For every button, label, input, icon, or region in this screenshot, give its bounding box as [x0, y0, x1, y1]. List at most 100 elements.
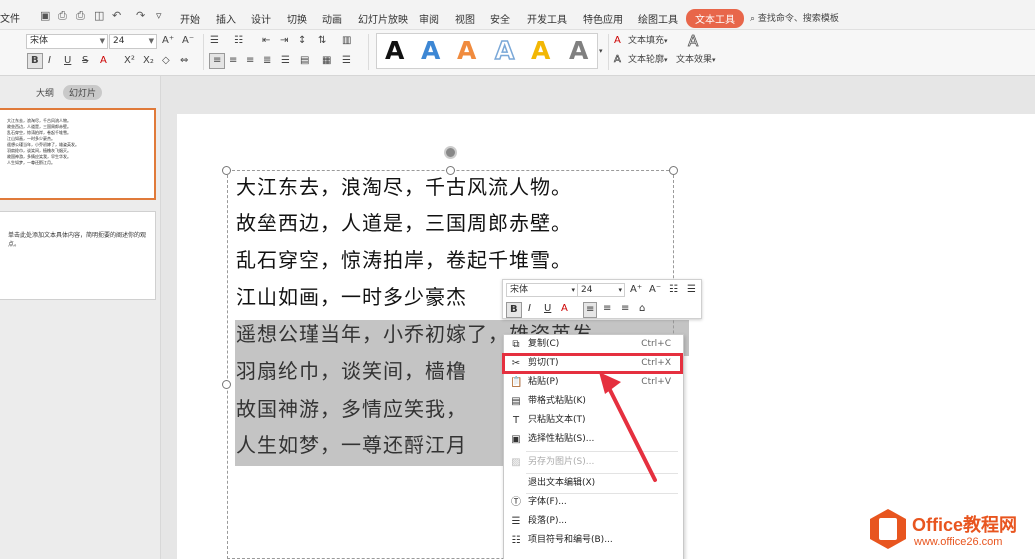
command-search[interactable]: ⌕ 查找命令、搜索模板 — [750, 11, 839, 24]
chevron-down-icon[interactable]: ▾ — [664, 34, 668, 48]
slide-thumbnail-2[interactable]: 单击此处添加文本具体内容，简明扼要的阐述你的观点。 — [0, 211, 156, 300]
print-icon[interactable]: ⎙ — [76, 9, 85, 23]
wordart-style-orange[interactable]: A — [457, 34, 476, 68]
menu-item-bullets-numbering[interactable]: ☷ 项目符号和编号(B)... — [504, 531, 683, 550]
vertical-align-icon[interactable]: ▤ — [300, 54, 309, 68]
tab-text-tools[interactable]: 文本工具 — [686, 9, 744, 28]
bold-button[interactable]: B — [506, 302, 522, 318]
distribute-icon[interactable]: ☰ — [281, 54, 290, 68]
redo-icon[interactable]: ↷ — [136, 9, 145, 22]
resize-handle[interactable] — [222, 166, 231, 175]
tab-slides[interactable]: 幻灯片 — [63, 85, 103, 100]
justify-icon[interactable]: ≣ — [263, 54, 271, 68]
text-align-more-icon[interactable]: ▦ — [322, 54, 331, 68]
columns-icon[interactable]: ▥ — [342, 34, 351, 48]
wordart-style-yellow[interactable]: A — [531, 34, 550, 68]
save-icon[interactable]: ▣ — [40, 9, 50, 22]
bullet-list-icon[interactable]: ☰ — [210, 34, 219, 48]
text-fill-button[interactable]: 文本填充 — [628, 34, 664, 48]
align-right-icon[interactable]: ≡ — [621, 302, 629, 316]
menu-item-font[interactable]: Ⓣ 字体(F)... — [504, 493, 683, 512]
resize-handle[interactable] — [222, 380, 231, 389]
paragraph-settings-icon[interactable]: ☰ — [342, 54, 351, 68]
tab-start[interactable]: 开始 — [180, 11, 200, 26]
font-color-button[interactable]: A — [100, 54, 107, 68]
resize-handle[interactable] — [669, 166, 678, 175]
quick-access-more-icon[interactable]: ▿ — [156, 9, 162, 22]
thumb-line: 故国神游，多情应笑我，早生华发。 — [7, 154, 71, 159]
format-painter-icon[interactable]: ⌂ — [639, 302, 645, 316]
tab-review[interactable]: 审阅 — [419, 11, 439, 26]
tab-slideshow[interactable]: 幻灯片放映 — [358, 11, 408, 26]
file-menu[interactable]: 文件 — [0, 10, 20, 25]
underline-button[interactable]: U — [64, 54, 71, 68]
shrink-font-icon[interactable]: A⁻ — [182, 34, 194, 48]
text-outline-icon[interactable]: A — [614, 53, 621, 67]
preview-icon[interactable]: ◫ — [94, 9, 104, 22]
paragraph-icon: ☰ — [511, 516, 521, 527]
wordart-style-blue[interactable]: A — [421, 34, 440, 68]
align-center-icon[interactable]: ≡ — [229, 54, 237, 68]
tab-drawing-tools[interactable]: 绘图工具 — [638, 11, 678, 26]
tab-insert[interactable]: 插入 — [216, 11, 236, 26]
mini-font-size-select[interactable]: 24 ▾ — [577, 283, 625, 297]
italic-button[interactable]: I — [48, 54, 51, 68]
thumb-line: 羽扇纶巾，谈笑间，樯橹灰飞烟灭。 — [7, 148, 71, 153]
font-size-select[interactable]: 24 ▼ — [109, 34, 157, 49]
mini-font-name-select[interactable]: 宋体 ▾ — [506, 283, 578, 297]
slide-thumbnail-1[interactable]: 大江东去，浪淘尽，千古风流人物。 故垒西边，人道是，三国周郎赤壁。 乱石穿空，惊… — [0, 108, 156, 200]
text-line: 江山如画，一时多少豪杰 — [236, 285, 467, 309]
align-left-button[interactable]: ≡ — [583, 302, 598, 318]
font-color-button[interactable]: A — [561, 302, 568, 316]
rotate-handle-icon[interactable] — [444, 146, 457, 159]
tab-view[interactable]: 视图 — [455, 11, 475, 26]
thumb-line: 人生如梦，一尊还酹江月。 — [7, 160, 55, 165]
text-direction-icon[interactable]: ⇅ — [318, 34, 326, 48]
text-effect-button[interactable]: 文本效果 — [676, 53, 712, 67]
chevron-down-icon[interactable]: ▾ — [712, 53, 716, 67]
wordart-style-outline-blue[interactable]: A — [494, 34, 515, 68]
shrink-font-icon[interactable]: A⁻ — [649, 283, 661, 297]
wordart-style-black[interactable]: A — [385, 34, 404, 68]
print-preview-icon[interactable]: ⎙ — [58, 9, 67, 23]
increase-indent-icon[interactable]: ⇥ — [280, 34, 288, 48]
tab-special-apps[interactable]: 特色应用 — [583, 11, 623, 26]
align-left-button[interactable]: ≡ — [209, 53, 226, 69]
italic-button[interactable]: I — [528, 302, 531, 316]
subscript-button[interactable]: X₂ — [143, 54, 154, 68]
grow-font-icon[interactable]: A⁺ — [162, 34, 174, 48]
strikethrough-button[interactable]: S — [82, 54, 88, 68]
decrease-indent-icon[interactable]: ⇤ — [262, 34, 270, 48]
wordart-style-gray[interactable]: A — [569, 34, 588, 68]
align-right-icon[interactable]: ≡ — [246, 54, 254, 68]
clear-format-icon[interactable]: ◇ — [162, 54, 170, 68]
superscript-button[interactable]: X² — [124, 54, 135, 68]
text-fill-icon[interactable]: A — [614, 34, 621, 48]
text-line-selected: 人生如梦，一尊还酹江月 — [236, 433, 467, 457]
text-effect-icon[interactable]: A — [688, 33, 699, 49]
tab-security[interactable]: 安全 — [490, 11, 510, 26]
numbered-list-icon[interactable]: ☷ — [669, 283, 678, 297]
font-name-select[interactable]: 宋体 ▼ — [26, 34, 108, 49]
line-spacing-icon[interactable]: ↕ — [298, 34, 306, 48]
text-outline-button[interactable]: 文本轮廓 — [628, 53, 664, 67]
menu-item-copy[interactable]: ⧉ 复制(C) Ctrl+C — [504, 335, 683, 354]
chevron-down-icon[interactable]: ▾ — [664, 53, 668, 67]
undo-icon[interactable]: ↶ — [112, 9, 121, 22]
tab-animation[interactable]: 动画 — [322, 11, 342, 26]
tab-outline[interactable]: 大纲 — [36, 86, 54, 99]
grow-font-icon[interactable]: A⁺ — [630, 283, 642, 297]
thumb-line: 乱石穿空，惊涛拍岸，卷起千堆雪。 — [7, 130, 71, 135]
gallery-more-icon[interactable]: ▾ — [599, 44, 603, 58]
tab-design[interactable]: 设计 — [251, 11, 271, 26]
tab-transition[interactable]: 切换 — [287, 11, 307, 26]
bold-button[interactable]: B — [27, 53, 43, 69]
divider — [608, 34, 609, 70]
menu-item-paragraph[interactable]: ☰ 段落(P)... — [504, 512, 683, 531]
bullet-list-icon[interactable]: ☰ — [687, 283, 696, 297]
underline-button[interactable]: U — [544, 302, 551, 316]
align-center-icon[interactable]: ≡ — [603, 302, 611, 316]
char-spacing-icon[interactable]: ⇔ — [180, 54, 188, 68]
numbered-list-icon[interactable]: ☷ — [234, 34, 243, 48]
tab-developer[interactable]: 开发工具 — [527, 11, 567, 26]
